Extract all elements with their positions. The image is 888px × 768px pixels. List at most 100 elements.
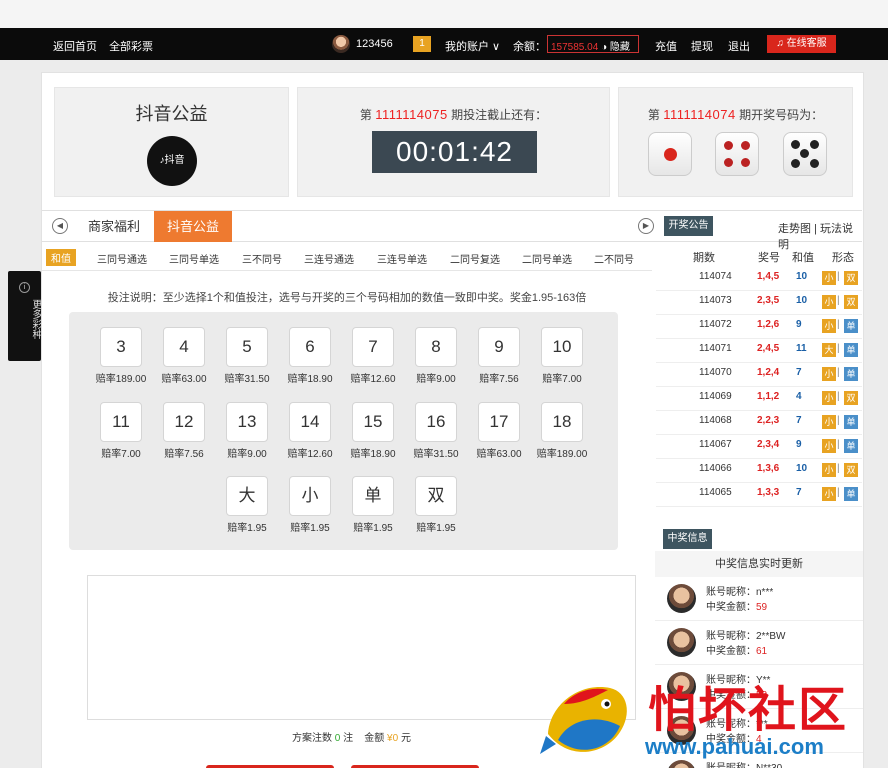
recharge-link[interactable]: 充值 — [655, 38, 677, 54]
history-divider: | — [837, 487, 840, 498]
trend-and-rules-link[interactable]: 走势图 | 玩法说明 — [778, 220, 863, 252]
history-parity-tag: 单 — [844, 439, 858, 453]
history-header-issue: 期数 — [693, 252, 715, 264]
balance-box: 157585.04 ◑ 隐藏 — [547, 35, 639, 53]
hide-balance-button[interactable]: 隐藏 — [610, 42, 630, 52]
bet-big[interactable]: 大 — [226, 476, 268, 516]
scroll-left-icon[interactable]: ◀ — [52, 218, 68, 234]
logout-link[interactable]: 退出 — [728, 38, 750, 54]
bet-number[interactable]: 11 — [100, 402, 142, 442]
all-lotteries-link[interactable]: 全部彩票 — [109, 41, 153, 53]
bet-cell[interactable]: 9 赔率7.56 — [469, 327, 529, 385]
lottery-logo: ♪抖音 — [147, 136, 197, 186]
subtab-double-multi[interactable]: 二同号复选 — [450, 251, 500, 266]
bet-number[interactable]: 17 — [478, 402, 520, 442]
bet-even[interactable]: 双 — [415, 476, 457, 516]
message-badge[interactable]: 1 — [413, 36, 431, 52]
countdown-suffix: 期投注截止还有： — [451, 108, 548, 122]
bet-number[interactable]: 5 — [226, 327, 268, 367]
bet-cell[interactable]: 13 赔率9.00 — [217, 402, 277, 460]
history-header-code: 奖号 — [758, 252, 780, 264]
watermark-url: www.pahuai.com — [645, 734, 824, 759]
history-code: 2,3,4 — [757, 439, 780, 450]
bet-odds: 赔率31.50 — [413, 449, 459, 460]
history-row: 114067 2,3,4 9 小 | 单 — [656, 435, 862, 459]
watermark-title: 怕坏社区 — [648, 684, 849, 737]
winner-item: 账号昵称：2**BW 中奖金额：61 — [655, 621, 863, 665]
bet-number[interactable]: 18 — [541, 402, 583, 442]
bet-number[interactable]: 7 — [352, 327, 394, 367]
subtab-straight-all[interactable]: 三连号通选 — [304, 251, 354, 266]
bet-cell[interactable]: 18 赔率189.00 — [532, 402, 592, 460]
bet-small[interactable]: 小 — [289, 476, 331, 516]
winner-money-label: 中奖金额： — [706, 646, 756, 657]
bet-number[interactable]: 13 — [226, 402, 268, 442]
bet-cell[interactable]: 5 赔率31.50 — [217, 327, 277, 385]
history-row: 114074 1,4,5 10 小 | 双 — [656, 267, 862, 291]
balance-value: 157585.04 — [551, 42, 599, 53]
bet-cell[interactable]: 6 赔率18.90 — [280, 327, 340, 385]
subtab-triple-all[interactable]: 三同号通选 — [97, 251, 147, 266]
tab-merchant-welfare[interactable]: 商家福利 — [75, 211, 153, 242]
winner-money: 61 — [756, 646, 768, 657]
history-row: 114066 1,3,6 10 小 | 双 — [656, 459, 862, 483]
countdown-prefix: 第 — [359, 108, 372, 122]
subtab-sum[interactable]: 和值 — [46, 249, 76, 266]
bet-number[interactable]: 8 — [415, 327, 457, 367]
eye-icon[interactable]: ◑ — [601, 42, 607, 52]
bet-cell[interactable]: 12 赔率7.56 — [154, 402, 214, 460]
bet-number[interactable]: 9 — [478, 327, 520, 367]
bet-cell[interactable]: 3 赔率189.00 — [91, 327, 151, 385]
bet-cell[interactable]: 单赔率1.95 — [343, 476, 403, 534]
bet-cell[interactable]: 双赔率1.95 — [406, 476, 466, 534]
history-size-tag: 小 — [822, 439, 836, 453]
history-sum: 7 — [796, 367, 802, 378]
home-link[interactable]: 返回首页 — [53, 41, 97, 53]
bet-number[interactable]: 12 — [163, 402, 205, 442]
bet-odds: 赔率9.00 — [227, 449, 267, 460]
bet-cell[interactable]: 小赔率1.95 — [280, 476, 340, 534]
scroll-right-icon[interactable]: ▶ — [638, 218, 654, 234]
subtab-two-different[interactable]: 二不同号 — [594, 251, 634, 266]
withdraw-link[interactable]: 提现 — [691, 38, 713, 54]
more-lotteries-sidebar[interactable]: i 更多彩种 — [8, 271, 41, 361]
winning-info-header: 中奖信息实时更新 — [655, 551, 863, 577]
history-sum: 10 — [796, 271, 808, 282]
history-row: 114069 1,1,2 4 小 | 双 — [656, 387, 862, 411]
history-parity-tag: 单 — [844, 415, 858, 429]
subtab-three-different[interactable]: 三不同号 — [242, 251, 282, 266]
bet-cell[interactable]: 10 赔率7.00 — [532, 327, 592, 385]
bet-cell[interactable]: 大赔率1.95 — [217, 476, 277, 534]
tab-douyin-charity[interactable]: 抖音公益 — [154, 211, 232, 242]
bet-cell[interactable]: 11 赔率7.00 — [91, 402, 151, 460]
logo-text: 抖音 — [164, 155, 185, 166]
bet-cell[interactable]: 15 赔率18.90 — [343, 402, 403, 460]
bet-number[interactable]: 16 — [415, 402, 457, 442]
bet-number[interactable]: 4 — [163, 327, 205, 367]
subtab-triple-single[interactable]: 三同号单选 — [169, 251, 219, 266]
my-account-menu[interactable]: 我的账户 ∨ — [445, 38, 500, 54]
play-type-tabs: 和值 三同号通选 三同号单选 三不同号 三连号通选 三连号单选 二同号复选 二同… — [42, 245, 652, 271]
lottery-title: 抖音公益 — [135, 104, 208, 124]
bet-number[interactable]: 10 — [541, 327, 583, 367]
bet-cell[interactable]: 7 赔率12.60 — [343, 327, 403, 385]
subtab-double-single[interactable]: 二同号单选 — [522, 251, 572, 266]
bet-cell[interactable]: 17 赔率63.00 — [469, 402, 529, 460]
bet-odd[interactable]: 单 — [352, 476, 394, 516]
history-issue: 114067 — [699, 439, 732, 450]
bet-number[interactable]: 14 — [289, 402, 331, 442]
bet-number[interactable]: 3 — [100, 327, 142, 367]
bet-cell[interactable]: 14 赔率12.60 — [280, 402, 340, 460]
username: 123456 — [356, 38, 393, 50]
bet-cell[interactable]: 16 赔率31.50 — [406, 402, 466, 460]
history-issue: 114071 — [699, 343, 732, 354]
bet-cell[interactable]: 4 赔率63.00 — [154, 327, 214, 385]
bet-number[interactable]: 6 — [289, 327, 331, 367]
bet-count-label: 方案注数 — [292, 733, 332, 744]
subtab-straight-single[interactable]: 三连号单选 — [377, 251, 427, 266]
online-service-button[interactable]: ♫ 在线客服 — [767, 35, 836, 53]
fish-logo-icon — [540, 687, 627, 754]
bet-number[interactable]: 15 — [352, 402, 394, 442]
bet-cell[interactable]: 8 赔率9.00 — [406, 327, 466, 385]
history-row: 114071 2,4,5 11 大 | 单 — [656, 339, 862, 363]
